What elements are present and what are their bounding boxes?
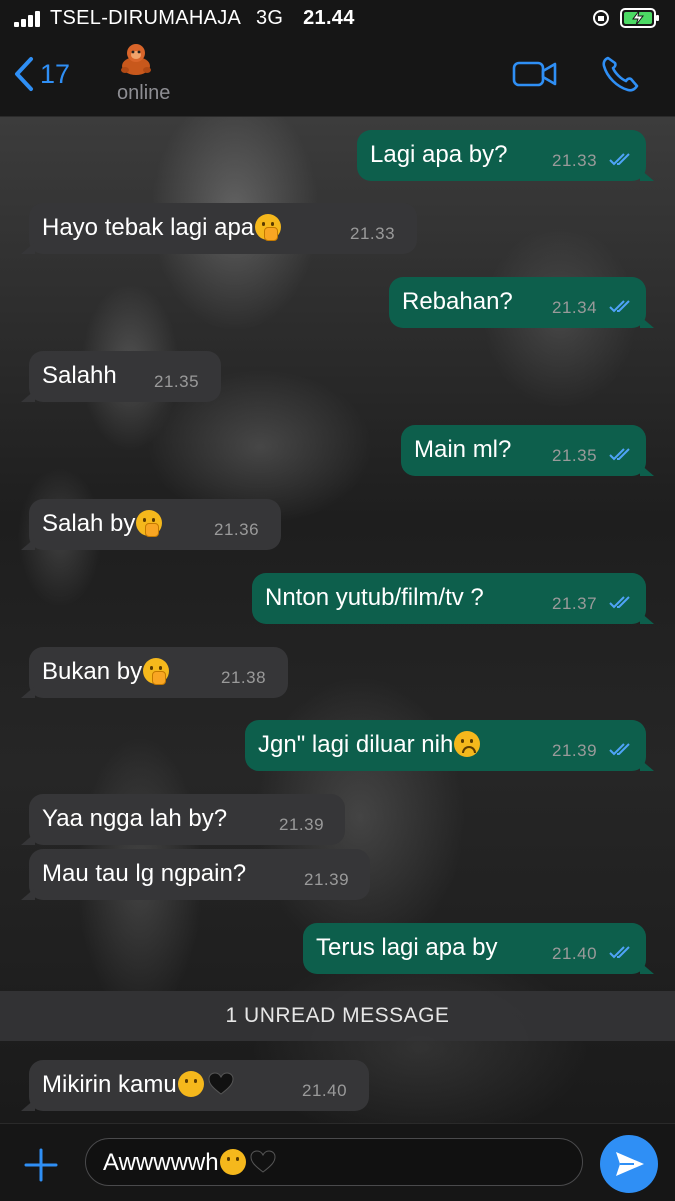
message-time: 21.36: [214, 520, 260, 539]
message-text: Rebahan?: [402, 288, 513, 315]
black-heart-emoji-icon: [208, 1072, 234, 1095]
outgoing-message[interactable]: Rebahan? 21.34: [389, 277, 654, 328]
message-time: 21.37: [552, 594, 598, 613]
double-check-read-icon: [609, 743, 630, 756]
shushing-face-emoji-icon: [136, 510, 163, 537]
send-arrow-icon: [616, 1152, 644, 1176]
message-time: 21.40: [302, 1081, 348, 1100]
message-text-wrap: Salah by: [42, 510, 163, 538]
message-time: 21.33: [552, 151, 598, 170]
send-button[interactable]: [600, 1135, 658, 1193]
incoming-message[interactable]: Salahh 21.35: [21, 351, 221, 402]
unread-messages-banner: 1 UNREAD MESSAGE: [0, 991, 675, 1041]
status-bar: TSEL-DIRUMAHAJA 3G 21.44: [0, 0, 675, 36]
carrier-label: TSEL-DIRUMAHAJA 3G 21.44: [50, 7, 355, 30]
double-check-read-icon: [609, 300, 630, 313]
contact-presence: online: [117, 82, 171, 104]
back-button[interactable]: 17: [12, 54, 80, 94]
message-time: 21.35: [154, 372, 200, 391]
pleading-face-emoji-icon: [219, 1149, 246, 1175]
message-time: 21.33: [350, 224, 396, 243]
battery-charging-icon: [620, 8, 659, 28]
message-text: Lagi apa by?: [370, 141, 508, 168]
plus-attach-icon[interactable]: [22, 1146, 60, 1184]
upside-down-face-emoji-icon: [454, 731, 481, 757]
message-time: 21.39: [304, 870, 350, 889]
chat-messages-area[interactable]: Lagi apa by? 21.33 Hayo tebak lagi apa 2…: [0, 117, 675, 1123]
message-input-value: Awwwwwh: [103, 1149, 219, 1176]
double-check-read-icon: [609, 448, 630, 461]
message-time: 21.35: [552, 446, 598, 465]
shushing-face-emoji-icon: [255, 214, 282, 241]
message-text-wrap: Bukan by: [42, 658, 170, 686]
message-text: Main ml?: [414, 436, 512, 463]
network-type: 3G: [255, 7, 284, 29]
message-text: Hayo tebak lagi apa: [42, 214, 255, 241]
message-time: 21.40: [552, 944, 598, 963]
message-text: Yaa ngga lah by?: [42, 805, 228, 832]
contact-avatar-orangutan-icon[interactable]: [119, 42, 153, 76]
hugging-face-emoji-icon: [177, 1071, 204, 1097]
status-time: 21.44: [303, 7, 355, 29]
chat-header: 17 online: [0, 36, 675, 117]
signal-strength-icon: [14, 11, 44, 27]
black-heart-emoji-icon: [250, 1150, 276, 1173]
incoming-message[interactable]: Mikirin kamu 21.40: [21, 1060, 369, 1111]
message-text: Jgn" lagi diluar nih: [258, 731, 454, 758]
outgoing-message[interactable]: Lagi apa by? 21.33: [357, 130, 654, 181]
carrier-name: TSEL-DIRUMAHAJA: [50, 7, 241, 29]
message-text: Bukan by: [42, 658, 143, 685]
video-call-icon[interactable]: [512, 58, 558, 90]
outgoing-message[interactable]: Jgn" lagi diluar nih 21.39: [245, 720, 654, 771]
outgoing-message[interactable]: Main ml? 21.35: [401, 425, 654, 476]
message-text: Salah by: [42, 510, 136, 537]
incoming-message[interactable]: Yaa ngga lah by? 21.39: [21, 794, 345, 845]
phone-call-icon[interactable]: [600, 54, 642, 94]
incoming-message[interactable]: Mau tau lg ngpain? 21.39: [21, 849, 370, 900]
unread-banner-label: 1 UNREAD MESSAGE: [225, 1004, 450, 1027]
rotation-lock-icon: [593, 10, 609, 26]
outgoing-message[interactable]: Nnton yutub/film/tv ? 21.37: [252, 573, 654, 624]
double-check-read-icon: [609, 946, 630, 959]
message-text: Salahh: [42, 362, 117, 389]
message-time: 21.39: [552, 741, 598, 760]
message-text-wrap: Hayo tebak lagi apa: [42, 214, 282, 242]
chevron-left-icon: [15, 57, 33, 91]
message-time: 21.34: [552, 298, 598, 317]
unread-chats-count: 17: [40, 58, 71, 89]
message-input-text-wrap: Awwwwwh: [103, 1149, 276, 1177]
message-time: 21.38: [221, 668, 267, 687]
message-time: 21.39: [279, 815, 325, 834]
message-text-wrap: Mikirin kamu: [42, 1071, 234, 1099]
incoming-message[interactable]: Hayo tebak lagi apa 21.33: [21, 203, 417, 254]
shushing-face-emoji-icon: [143, 658, 170, 685]
message-text: Mikirin kamu: [42, 1071, 177, 1098]
double-check-read-icon: [609, 596, 630, 609]
double-check-read-icon: [609, 153, 630, 166]
message-input[interactable]: Awwwwwh: [85, 1138, 583, 1186]
message-text-wrap: Jgn" lagi diluar nih: [258, 731, 481, 759]
incoming-message[interactable]: Salah by 21.36: [21, 499, 281, 550]
message-composer: Awwwwwh: [0, 1123, 675, 1201]
message-text: Nnton yutub/film/tv ?: [265, 584, 484, 611]
message-text: Mau tau lg ngpain?: [42, 860, 247, 887]
outgoing-message[interactable]: Terus lagi apa by 21.40: [303, 923, 654, 974]
message-text: Terus lagi apa by: [316, 934, 498, 961]
incoming-message[interactable]: Bukan by 21.38: [21, 647, 288, 698]
